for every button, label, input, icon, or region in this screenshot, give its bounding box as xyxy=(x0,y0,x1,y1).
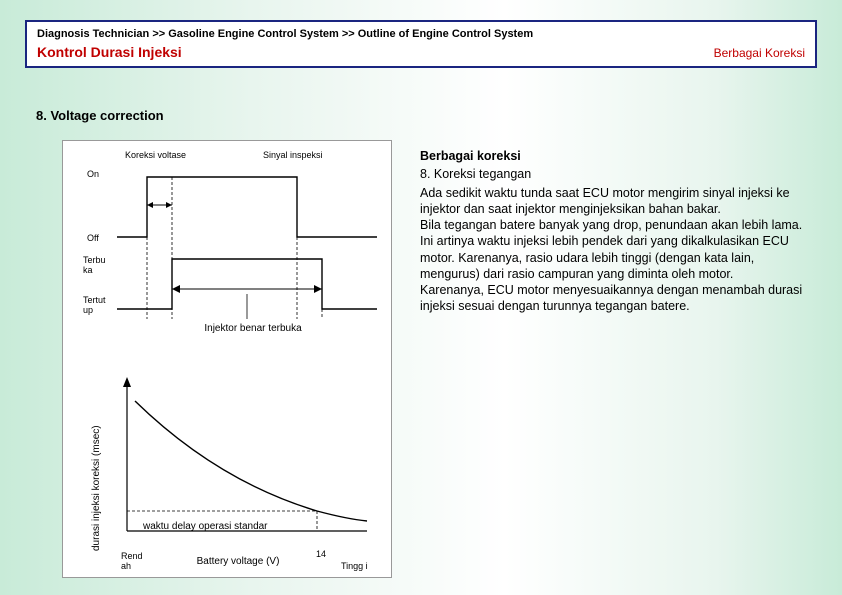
body-subheading: 8. Koreksi tegangan xyxy=(420,166,817,182)
body-paragraph: Ada sedikit waktu tunda saat ECU motor m… xyxy=(420,185,817,315)
label-on: On xyxy=(87,169,99,179)
body-text: Berbagai koreksi 8. Koreksi tegangan Ada… xyxy=(420,148,817,315)
label-off: Off xyxy=(87,233,99,243)
voltage-chart-svg xyxy=(117,371,377,541)
header-row: Kontrol Durasi Injeksi Berbagai Koreksi xyxy=(27,44,815,66)
timing-svg xyxy=(117,159,377,359)
label-terbuka: Terbu ka xyxy=(83,255,113,275)
breadcrumb: Diagnosis Technician >> Gasoline Engine … xyxy=(27,22,815,44)
chart-annotation: waktu delay operasi standar xyxy=(143,521,268,532)
header-box: Diagnosis Technician >> Gasoline Engine … xyxy=(25,20,817,68)
chart-x-axis-label: Battery voltage (V) xyxy=(193,556,283,567)
label-tertutup: Tertut up xyxy=(83,295,113,315)
chart-x-14: 14 xyxy=(316,549,326,559)
page-subtitle: Berbagai Koreksi xyxy=(714,46,805,60)
section-title: 8. Voltage correction xyxy=(36,108,164,123)
body-heading: Berbagai koreksi xyxy=(420,148,817,164)
timing-diagram-area: Koreksi voltase Sinyal inspeksi On Off T… xyxy=(63,147,391,357)
chart-x-high: Tingg i xyxy=(341,561,371,571)
diagram-box: Koreksi voltase Sinyal inspeksi On Off T… xyxy=(62,140,392,578)
chart-y-axis-label: durasi injeksi koreksi (msec) xyxy=(91,425,102,551)
chart-x-low: Rend ah xyxy=(121,551,151,571)
page-title: Kontrol Durasi Injeksi xyxy=(37,44,182,60)
